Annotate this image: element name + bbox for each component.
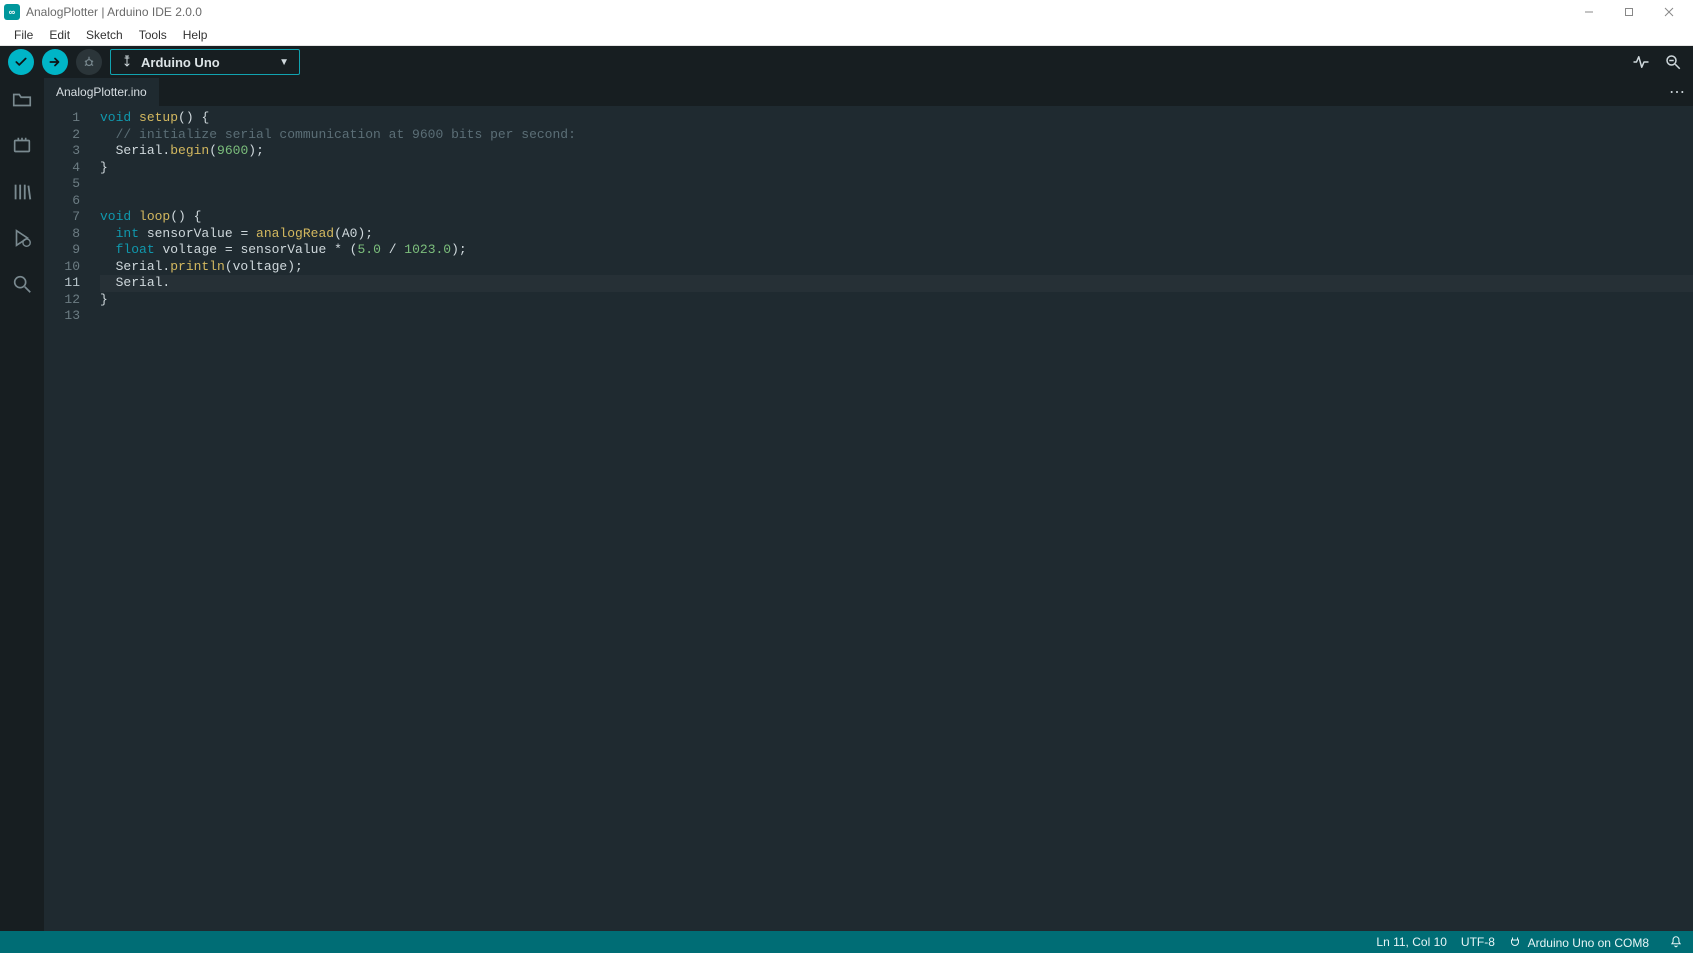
code-line[interactable]: Serial.begin(9600); xyxy=(100,143,1693,160)
line-number: 4 xyxy=(44,160,80,177)
boards-manager-button[interactable] xyxy=(10,134,34,158)
code-line[interactable]: float voltage = sensorValue * (5.0 / 102… xyxy=(100,242,1693,259)
menu-sketch[interactable]: Sketch xyxy=(78,28,131,42)
line-number: 2 xyxy=(44,127,80,144)
folder-icon xyxy=(11,89,33,111)
code-line[interactable]: Serial. xyxy=(100,275,1693,292)
toolbar: Arduino Uno ▼ xyxy=(0,46,1693,78)
bug-icon xyxy=(82,55,96,69)
menu-tools[interactable]: Tools xyxy=(131,28,175,42)
search-button[interactable] xyxy=(10,272,34,296)
menu-bar: File Edit Sketch Tools Help xyxy=(0,24,1693,46)
encoding[interactable]: UTF-8 xyxy=(1461,935,1495,949)
arrow-right-icon xyxy=(48,55,62,69)
board-selector-label: Arduino Uno xyxy=(141,55,220,70)
board-port-status[interactable]: Arduino Uno on COM8 xyxy=(1509,935,1649,950)
code-editor[interactable]: 12345678910111213 void setup() { // init… xyxy=(44,106,1693,931)
bell-icon xyxy=(1669,935,1683,949)
code-line[interactable]: // initialize serial communication at 96… xyxy=(100,127,1693,144)
line-number: 5 xyxy=(44,176,80,193)
line-number: 9 xyxy=(44,242,80,259)
serial-plotter-button[interactable] xyxy=(1629,50,1653,74)
search-icon xyxy=(11,273,33,295)
line-number: 8 xyxy=(44,226,80,243)
window-title: AnalogPlotter | Arduino IDE 2.0.0 xyxy=(26,5,202,19)
tab-label: AnalogPlotter.ino xyxy=(56,85,147,99)
serial-monitor-button[interactable] xyxy=(1661,50,1685,74)
play-bug-icon xyxy=(11,227,33,249)
line-number: 11 xyxy=(44,275,80,292)
line-number: 13 xyxy=(44,308,80,325)
chevron-down-icon: ▼ xyxy=(279,57,289,68)
work-area: AnalogPlotter.ino ⋯ 12345678910111213 vo… xyxy=(0,78,1693,931)
minimize-button[interactable] xyxy=(1569,0,1609,24)
code-line[interactable]: void loop() { xyxy=(100,209,1693,226)
code-line[interactable] xyxy=(100,308,1693,325)
board-port-label: Arduino Uno on COM8 xyxy=(1528,936,1649,950)
code-content[interactable]: void setup() { // initialize serial comm… xyxy=(90,106,1693,931)
line-number: 3 xyxy=(44,143,80,160)
code-line[interactable] xyxy=(100,176,1693,193)
title-bar: ∞ AnalogPlotter | Arduino IDE 2.0.0 xyxy=(0,0,1693,24)
books-icon xyxy=(11,181,33,203)
activity-bar xyxy=(0,78,44,931)
editor-area: AnalogPlotter.ino ⋯ 12345678910111213 vo… xyxy=(44,78,1693,931)
close-button[interactable] xyxy=(1649,0,1689,24)
tab-bar: AnalogPlotter.ino ⋯ xyxy=(44,78,1693,106)
library-manager-button[interactable] xyxy=(10,180,34,204)
code-line[interactable]: } xyxy=(100,292,1693,309)
line-number: 1 xyxy=(44,110,80,127)
menu-edit[interactable]: Edit xyxy=(41,28,78,42)
upload-button[interactable] xyxy=(42,49,68,75)
line-number-gutter: 12345678910111213 xyxy=(44,106,90,931)
code-line[interactable]: void setup() { xyxy=(100,110,1693,127)
line-number: 6 xyxy=(44,193,80,210)
debug-button[interactable] xyxy=(76,49,102,75)
sketchbook-button[interactable] xyxy=(10,88,34,112)
ellipsis-icon: ⋯ xyxy=(1669,82,1685,102)
usb-icon xyxy=(121,55,133,69)
app-icon: ∞ xyxy=(4,4,20,20)
magnifier-icon xyxy=(1664,53,1682,71)
line-number: 7 xyxy=(44,209,80,226)
line-number: 12 xyxy=(44,292,80,309)
code-line[interactable]: } xyxy=(100,160,1693,177)
editor-overflow-button[interactable]: ⋯ xyxy=(1661,78,1693,106)
code-line[interactable] xyxy=(100,193,1693,210)
status-bar: Ln 11, Col 10 UTF-8 Arduino Uno on COM8 xyxy=(0,931,1693,953)
maximize-button[interactable] xyxy=(1609,0,1649,24)
board-icon xyxy=(11,135,33,157)
cursor-position[interactable]: Ln 11, Col 10 xyxy=(1376,935,1447,949)
plug-icon xyxy=(1509,935,1521,947)
check-icon xyxy=(14,55,28,69)
editor-tab[interactable]: AnalogPlotter.ino xyxy=(44,78,160,106)
code-line[interactable]: Serial.println(voltage); xyxy=(100,259,1693,276)
menu-help[interactable]: Help xyxy=(175,28,216,42)
board-selector[interactable]: Arduino Uno ▼ xyxy=(110,49,300,75)
verify-button[interactable] xyxy=(8,49,34,75)
debug-panel-button[interactable] xyxy=(10,226,34,250)
menu-file[interactable]: File xyxy=(6,28,41,42)
code-line[interactable]: int sensorValue = analogRead(A0); xyxy=(100,226,1693,243)
pulse-icon xyxy=(1632,53,1650,71)
line-number: 10 xyxy=(44,259,80,276)
notifications-button[interactable] xyxy=(1669,935,1683,949)
